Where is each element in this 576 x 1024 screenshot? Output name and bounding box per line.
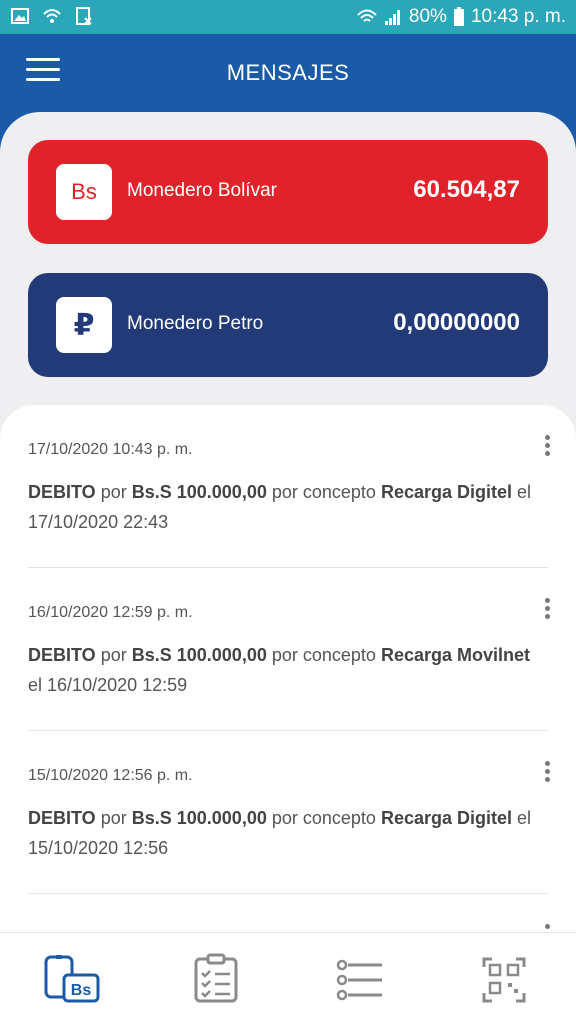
bolivar-logo-icon: Bs: [56, 164, 112, 220]
wallet-label: Monedero Petro: [127, 313, 264, 334]
wallet-label: Monedero Bolívar: [127, 180, 277, 201]
messages-list: 17/10/2020 10:43 p. m. DEBITO por Bs.S 1…: [0, 405, 576, 932]
wallet-balance: 60.504,87: [413, 176, 520, 203]
wallet-bs-icon: Bs: [44, 955, 100, 1003]
more-options-icon[interactable]: [540, 435, 554, 461]
page-title: MENSAJES: [226, 60, 350, 85]
message-date: 16/10/2020 12:59 p. m.: [28, 604, 193, 621]
more-options-icon[interactable]: [540, 598, 554, 624]
message-item[interactable]: 17/10/2020 10:43 p. m. DEBITO por Bs.S 1…: [0, 405, 576, 568]
app-header: MENSAJES: [0, 34, 576, 116]
wallet-card-bolivar[interactable]: Bs Monedero Bolívar 60.504,87: [28, 140, 548, 244]
wifi-icon: [43, 9, 61, 23]
message-body: DEBITO por Bs.S 100.000,00 por concepto …: [28, 645, 530, 695]
clipboard-x-icon: [76, 7, 92, 25]
wallet-balance: 0,00000000: [393, 309, 520, 336]
nav-wallet-bs[interactable]: Bs: [42, 953, 102, 1007]
qr-code-icon: [482, 957, 526, 1003]
battery-icon: [453, 7, 464, 26]
list-icon: [336, 959, 382, 1001]
image-icon: [11, 8, 29, 24]
message-item[interactable]: 16/10/2020 12:59 p. m. DEBITO por Bs.S 1…: [0, 568, 576, 731]
battery-percent: 80%: [408, 6, 447, 27]
message-item[interactable]: [0, 894, 576, 932]
more-options-icon[interactable]: [540, 924, 554, 932]
message-date: 15/10/2020 12:56 p. m.: [28, 767, 193, 784]
nav-checklist[interactable]: [188, 953, 248, 1007]
wallet-card-petro[interactable]: ₽ Monedero Petro 0,00000000: [28, 273, 548, 377]
status-bar: 80% 10:43 p. m.: [0, 0, 576, 34]
svg-text:Bs: Bs: [71, 982, 92, 999]
more-options-icon[interactable]: [540, 761, 554, 787]
petro-logo-icon: ₽: [56, 297, 112, 353]
nav-qr-code[interactable]: [476, 953, 536, 1007]
message-date: 17/10/2020 10:43 p. m.: [28, 441, 193, 458]
clock: 10:43 p. m.: [470, 6, 566, 27]
message-body: DEBITO por Bs.S 100.000,00 por concepto …: [28, 808, 532, 858]
cellular-signal-icon: [384, 10, 400, 25]
wifi-signal-icon: [357, 9, 377, 22]
message-item[interactable]: 15/10/2020 12:56 p. m. DEBITO por Bs.S 1…: [0, 731, 576, 894]
bottom-navigation: Bs: [0, 932, 576, 1024]
checklist-icon: [194, 953, 238, 1003]
message-body: DEBITO por Bs.S 100.000,00 por concepto …: [28, 482, 532, 532]
nav-list[interactable]: [330, 953, 390, 1007]
